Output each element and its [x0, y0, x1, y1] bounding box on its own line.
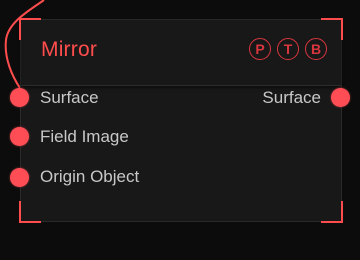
output-socket-surface[interactable]	[331, 88, 350, 107]
corner-bracket-top-right	[321, 18, 343, 40]
mirror-node[interactable]: Mirror P T B Surface Surface Field Image…	[19, 18, 343, 223]
input-label-surface: Surface	[40, 88, 99, 107]
corner-bracket-bottom-left	[19, 201, 41, 223]
toggle-p-button[interactable]: P	[249, 38, 271, 60]
output-label-surface: Surface	[262, 88, 321, 107]
input-socket-field-image[interactable]	[10, 127, 29, 146]
node-editor-canvas[interactable]: Mirror P T B Surface Surface Field Image…	[0, 0, 360, 260]
toggle-t-button[interactable]: T	[277, 38, 299, 60]
corner-bracket-bottom-right	[321, 201, 343, 223]
node-title: Mirror	[41, 38, 98, 61]
corner-bracket-top-left	[19, 18, 41, 40]
input-label-origin-object: Origin Object	[40, 167, 140, 186]
input-label-field-image: Field Image	[40, 127, 129, 146]
node-toggles: P T B	[249, 38, 327, 60]
input-socket-surface[interactable]	[10, 88, 29, 107]
toggle-b-button[interactable]: B	[305, 38, 327, 60]
input-socket-origin-object[interactable]	[10, 168, 29, 187]
node-header[interactable]: Mirror P T B	[21, 20, 341, 86]
